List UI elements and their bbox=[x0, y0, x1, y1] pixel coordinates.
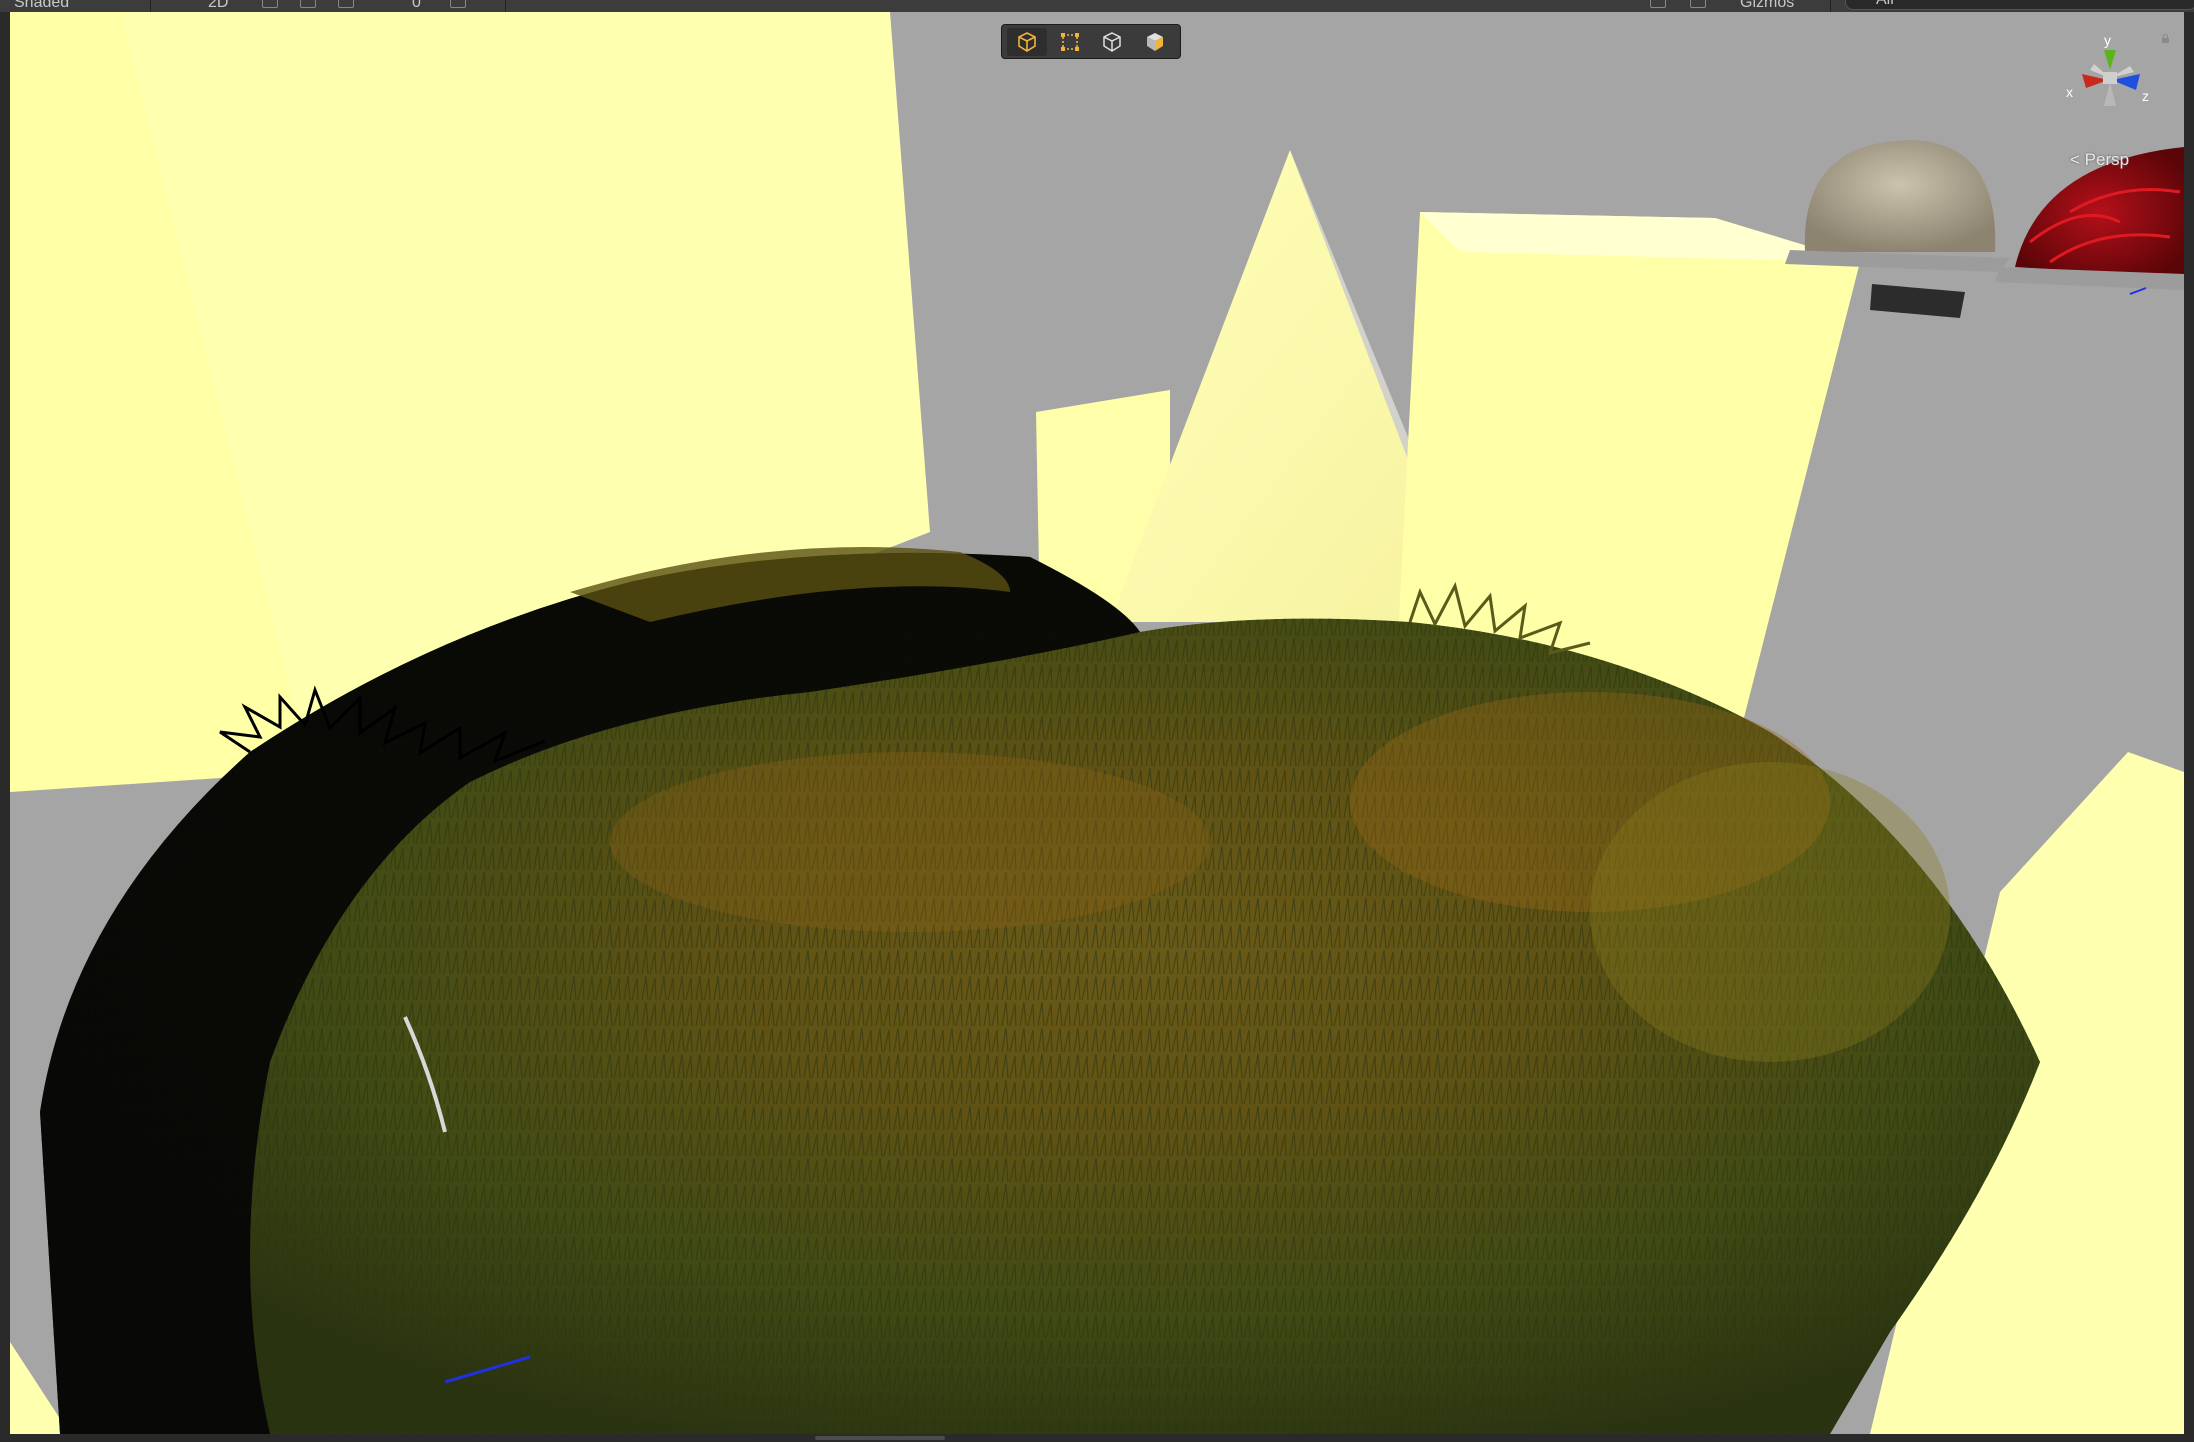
grass-warm-patch bbox=[610, 752, 1210, 932]
rect-tool-button[interactable] bbox=[1050, 28, 1090, 56]
rect-transform-icon bbox=[1060, 32, 1079, 51]
right-panel-edge bbox=[2184, 12, 2194, 1434]
shaded-cube-icon bbox=[1146, 32, 1163, 51]
y-axis-label: y bbox=[2104, 32, 2111, 48]
tools-icon[interactable] bbox=[1650, 0, 1666, 8]
effects-toggle-icon[interactable] bbox=[338, 0, 354, 8]
z-axis-label: z bbox=[2142, 88, 2149, 104]
scene-viewport[interactable]: y x z < Persp bbox=[10, 12, 2184, 1434]
bottom-scroll-track bbox=[0, 1434, 2194, 1442]
view-tool-button[interactable] bbox=[1007, 27, 1048, 56]
toolbar-divider bbox=[1830, 0, 1831, 12]
x-axis-label: x bbox=[2066, 84, 2073, 100]
projection-label: Persp bbox=[2084, 150, 2130, 169]
audio-toggle-icon[interactable] bbox=[300, 0, 316, 8]
scene-tools-overlay bbox=[1001, 24, 1181, 59]
search-placeholder: All bbox=[1876, 0, 1894, 9]
lighting-toggle-icon[interactable] bbox=[262, 0, 278, 8]
scene-render bbox=[10, 12, 2184, 1434]
gizmos-dropdown[interactable]: Gizmos bbox=[1740, 0, 1794, 12]
grid-toggle-icon[interactable] bbox=[450, 0, 466, 8]
cube-outline-icon bbox=[1018, 31, 1037, 52]
toolbar-divider bbox=[150, 0, 151, 12]
hidden-objects-count[interactable]: 0 bbox=[412, 0, 421, 12]
left-panel-edge bbox=[0, 12, 10, 1434]
chevron-left-icon: < bbox=[2070, 150, 2085, 169]
wire-cube-icon bbox=[1103, 31, 1121, 52]
lock-icon[interactable] bbox=[2161, 34, 2170, 43]
grass-bright-edge bbox=[1590, 762, 1950, 1062]
scene-search-input[interactable]: All bbox=[1845, 0, 2194, 10]
camera-icon[interactable] bbox=[1690, 0, 1706, 8]
toggle-2d-button[interactable]: 2D bbox=[208, 0, 228, 12]
wireframe-tool-button[interactable] bbox=[1092, 28, 1132, 56]
horizontal-scrollbar[interactable] bbox=[815, 1436, 945, 1440]
orientation-gizmo[interactable]: y x z bbox=[2050, 26, 2170, 141]
shaded-tool-button[interactable] bbox=[1135, 28, 1175, 56]
shading-mode-dropdown[interactable]: Shaded bbox=[14, 0, 69, 12]
toolbar-divider bbox=[505, 0, 506, 12]
projection-toggle[interactable]: < Persp bbox=[2070, 150, 2129, 170]
